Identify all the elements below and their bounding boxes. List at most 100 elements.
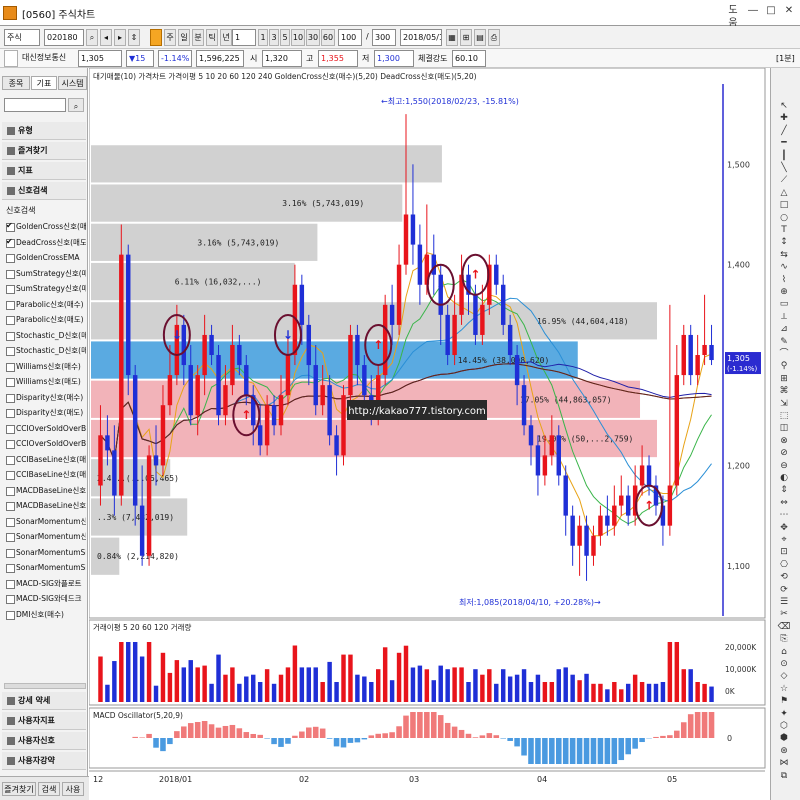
drawing-tool-icon[interactable]: ☆ xyxy=(773,683,795,695)
drawing-tool-icon[interactable]: ⧉ xyxy=(773,770,795,782)
minimize-button[interactable]: ― xyxy=(746,4,760,18)
drawing-tool-icon[interactable]: ◐ xyxy=(773,472,795,484)
signal-item[interactable]: CCIBaseLine신호(매 xyxy=(4,453,86,466)
period-10[interactable]: 10 xyxy=(291,29,305,46)
drawing-tool-icon[interactable]: ◇ xyxy=(773,670,795,682)
section-strength[interactable]: 강세 약세 xyxy=(2,692,86,710)
drawing-tool-icon[interactable]: ⬡ xyxy=(773,720,795,732)
type-year-button[interactable]: 년 xyxy=(220,29,232,46)
drawing-tool-icon[interactable]: ○ xyxy=(773,212,795,224)
drawing-tool-icon[interactable]: ⇆ xyxy=(773,249,795,261)
search-icon[interactable]: ⌕ xyxy=(68,98,84,112)
drawing-tool-icon[interactable]: ◫ xyxy=(773,422,795,434)
drawing-tool-icon[interactable]: ⬢ xyxy=(773,732,795,744)
drawing-tool-icon[interactable]: ╲ xyxy=(773,162,795,174)
drawing-tool-icon[interactable]: ⊿ xyxy=(773,323,795,335)
drawing-tool-icon[interactable]: ⌂ xyxy=(773,646,795,658)
section-indicators[interactable]: 지표 xyxy=(2,162,86,180)
drawing-tool-icon[interactable]: ∿ xyxy=(773,261,795,273)
drawing-tool-icon[interactable]: ⌒ xyxy=(773,348,795,360)
period-5[interactable]: 5 xyxy=(280,29,290,46)
section-signal-search[interactable]: 신호검색 xyxy=(2,182,86,200)
signal-item[interactable]: Stochastic_D신호(매 xyxy=(4,344,86,357)
signal-item[interactable]: Williams신호(매도) xyxy=(4,375,86,388)
signal-item[interactable]: Parabolic신호(매도) xyxy=(4,313,86,326)
drawing-tool-icon[interactable]: ⌖ xyxy=(773,534,795,546)
drawing-tool-icon[interactable]: ⊖ xyxy=(773,460,795,472)
period-select[interactable]: 1 xyxy=(232,29,256,46)
market-select[interactable]: 주식 xyxy=(4,29,40,46)
layout-icon[interactable]: ▤ xyxy=(474,29,486,46)
drawing-tool-icon[interactable]: ⌫ xyxy=(773,621,795,633)
signal-item[interactable]: SumStrategy신호(매 xyxy=(4,282,86,295)
tab-stock[interactable]: 종목 xyxy=(2,76,30,90)
drawing-tool-icon[interactable]: ⚑ xyxy=(773,695,795,707)
scrollbar[interactable] xyxy=(4,683,86,689)
signal-item[interactable]: Disparity신호(매도) xyxy=(4,406,86,419)
signal-item[interactable]: SonarMomentum신 xyxy=(4,530,86,543)
drawing-tool-icon[interactable]: ⟳ xyxy=(773,584,795,596)
drawing-tool-icon[interactable]: ⊙ xyxy=(773,658,795,670)
chart-config-icon[interactable] xyxy=(150,29,162,46)
period-60[interactable]: 60 xyxy=(321,29,335,46)
drawing-tool-icon[interactable]: ⊕ xyxy=(773,286,795,298)
maximize-button[interactable]: □ xyxy=(764,4,778,18)
drawing-tool-icon[interactable]: ⎔ xyxy=(773,559,795,571)
drawing-tool-icon[interactable]: ✦ xyxy=(773,708,795,720)
signal-item[interactable]: MACD-SIG와플로트 xyxy=(4,577,86,590)
tab-indicator[interactable]: 기표 xyxy=(31,76,57,90)
section-favorites[interactable]: 즐겨찾기 xyxy=(2,142,86,160)
section-user-indicators[interactable]: 사용자지표 xyxy=(2,712,86,730)
signal-item[interactable]: SonarMomentum신 xyxy=(4,515,86,528)
drawing-tool-icon[interactable]: ⊘ xyxy=(773,447,795,459)
drawing-tool-icon[interactable]: ✎ xyxy=(773,336,795,348)
help-button[interactable]: 도움 xyxy=(726,4,740,29)
signal-item[interactable]: SonarMomentumSig xyxy=(4,546,86,559)
print-icon[interactable]: ⎙ xyxy=(488,29,500,46)
period-1[interactable]: 1 xyxy=(258,29,268,46)
drawing-tool-icon[interactable]: ✥ xyxy=(773,522,795,534)
signal-item[interactable]: GoldenCrossEMA xyxy=(4,251,86,264)
signal-item[interactable]: CCIBaseLine신호(매 xyxy=(4,468,86,481)
drawing-tool-icon[interactable]: ✚ xyxy=(773,112,795,124)
drawing-tool-icon[interactable]: ╱ xyxy=(773,125,795,137)
signal-item[interactable]: Williams신호(매수) xyxy=(4,360,86,373)
type-minute-button[interactable]: 분 xyxy=(192,29,204,46)
drawing-tool-icon[interactable]: □ xyxy=(773,199,795,211)
drawing-tool-icon[interactable]: ☰ xyxy=(773,596,795,608)
type-week-button[interactable]: 주 xyxy=(164,29,176,46)
type-day-button[interactable]: 일 xyxy=(178,29,190,46)
drawing-tool-icon[interactable]: ⚲ xyxy=(773,360,795,372)
code-input[interactable]: 020180 xyxy=(44,29,84,46)
period-3[interactable]: 3 xyxy=(269,29,279,46)
drawing-tool-icon[interactable]: ⊡ xyxy=(773,546,795,558)
signal-item[interactable]: DeadCross신호(매도 xyxy=(4,236,86,249)
drawing-tool-icon[interactable]: ⋯ xyxy=(773,509,795,521)
drawing-tool-icon[interactable]: ⌇ xyxy=(773,274,795,286)
updown-stepper[interactable]: ⇕ xyxy=(128,29,140,46)
drawing-tool-icon[interactable]: T xyxy=(773,224,795,236)
drawing-tool-icon[interactable]: ✂ xyxy=(773,608,795,620)
signal-item[interactable]: Stochastic_D신호(매 xyxy=(4,329,86,342)
period-30[interactable]: 30 xyxy=(306,29,320,46)
drawing-tool-icon[interactable]: ⟂ xyxy=(773,311,795,323)
search-icon[interactable]: ⌕ xyxy=(86,29,98,46)
drawing-tool-icon[interactable]: ⇔ xyxy=(773,497,795,509)
type-tick-button[interactable]: 틱 xyxy=(206,29,218,46)
count-input[interactable]: 100 xyxy=(338,29,362,46)
drawing-tool-icon[interactable]: ⇲ xyxy=(773,398,795,410)
drawing-tool-icon[interactable]: ⟲ xyxy=(773,571,795,583)
signal-item[interactable]: MACDBaseLine신호 xyxy=(4,484,86,497)
drawing-tool-icon[interactable]: ↕ xyxy=(773,236,795,248)
drawing-tool-icon[interactable]: ⊗ xyxy=(773,435,795,447)
tab-favorites[interactable]: 즐겨찾기 xyxy=(2,782,36,796)
indicator-search-input[interactable] xyxy=(4,98,66,112)
section-user-strength[interactable]: 사용자강약 xyxy=(2,752,86,770)
drawing-tool-icon[interactable]: ↖ xyxy=(773,100,795,112)
signal-item[interactable]: GoldenCross신호(매 xyxy=(4,220,86,233)
total-input[interactable]: 300 xyxy=(372,29,396,46)
tab-use[interactable]: 사용 xyxy=(62,782,84,796)
stock-chart[interactable]: 3.16% (5,743,019) 3.16% (5,743,019) 6.11% … xyxy=(89,68,769,800)
drawing-tool-icon[interactable]: ⬚ xyxy=(773,410,795,422)
signal-item[interactable]: MACDBaseLine신호 xyxy=(4,499,86,512)
